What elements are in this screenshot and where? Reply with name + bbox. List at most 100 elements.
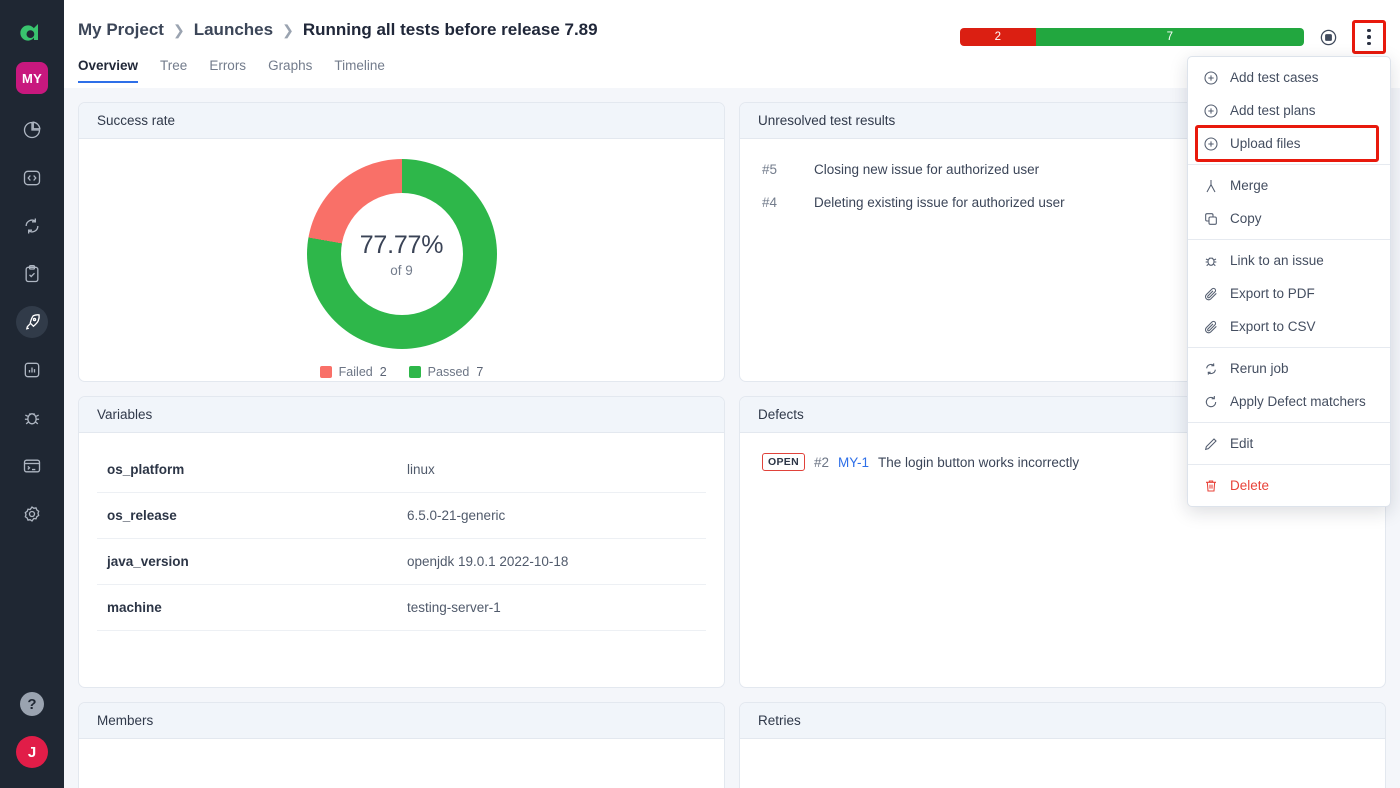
- variable-value: 6.5.0-21-generic: [407, 508, 506, 523]
- variable-key: os_platform: [107, 462, 185, 477]
- sidebar-item-test-cases[interactable]: [16, 258, 48, 290]
- menu-item-apply-defect-matchers[interactable]: Apply Defect matchers: [1188, 385, 1390, 418]
- menu-item-edit[interactable]: Edit: [1188, 427, 1390, 460]
- chevron-right-icon: ❯: [172, 21, 185, 38]
- variable-key: machine: [107, 600, 162, 615]
- defect-number: #2: [813, 454, 829, 470]
- legend-value-passed: 7: [476, 365, 484, 379]
- menu-item-copy[interactable]: Copy: [1188, 202, 1390, 235]
- unresolved-id: #4: [762, 195, 778, 210]
- legend-value-failed: 2: [379, 365, 387, 379]
- breadcrumb-item-project[interactable]: My Project: [78, 20, 164, 40]
- menu-item-label: Delete: [1230, 478, 1270, 493]
- breadcrumb-item-launches[interactable]: Launches: [194, 20, 273, 40]
- panel-variables: Variables os_platform linux os_release 6.5.…: [78, 396, 725, 688]
- menu-item-label: Apply Defect matchers: [1230, 394, 1366, 409]
- sidebar-item-code[interactable]: [16, 162, 48, 194]
- variable-value: openjdk 19.0.1 2022-10-18: [407, 554, 569, 569]
- panel-members: Members: [78, 702, 725, 788]
- progress-failed-segment: 2: [960, 28, 1036, 46]
- tab-overview[interactable]: Overview: [78, 58, 139, 83]
- status-progress-bar: 2 7: [960, 28, 1304, 46]
- status-badge: OPEN: [762, 453, 805, 471]
- legend-item-passed: Passed 7: [408, 365, 484, 379]
- sidebar-item-dashboards[interactable]: [16, 114, 48, 146]
- sidebar-item-reports[interactable]: [16, 354, 48, 386]
- legend-swatch-passed: [408, 366, 421, 378]
- chevron-right-icon: ❯: [282, 21, 294, 38]
- sidebar-item-defects[interactable]: [16, 402, 48, 434]
- panel-body-members: [79, 739, 724, 767]
- paperclip-icon: [1202, 285, 1219, 302]
- sidebar-item-settings[interactable]: [16, 498, 48, 530]
- tab-timeline[interactable]: Timeline: [334, 58, 385, 83]
- variable-row: java_version openjdk 19.0.1 2022-10-18: [97, 539, 706, 585]
- variable-value: linux: [407, 462, 435, 477]
- panel-retries: Retries: [739, 702, 1386, 788]
- panel-title-retries: Retries: [740, 703, 1385, 739]
- variable-row: os_platform linux: [97, 447, 706, 493]
- success-percent: 77.77%: [359, 230, 444, 259]
- menu-item-add-test-plans[interactable]: Add test plans: [1188, 94, 1390, 127]
- menu-item-upload-files[interactable]: Upload files: [1188, 125, 1390, 162]
- menu-separator: [1188, 239, 1390, 240]
- breadcrumb: My Project ❯ Launches ❯ Running all test…: [78, 20, 598, 40]
- menu-item-label: Export to PDF: [1230, 286, 1315, 301]
- trash-icon: [1202, 477, 1219, 494]
- pencil-icon: [1202, 435, 1219, 452]
- unresolved-name: Closing new issue for authorized user: [814, 162, 1040, 177]
- left-nav-rail: MY ? J: [0, 0, 64, 788]
- tab-bar: Overview Tree Errors Graphs Timeline: [78, 58, 385, 83]
- legend-swatch-failed: [319, 366, 332, 378]
- project-badge[interactable]: MY: [16, 62, 48, 94]
- breadcrumb-item-current: Running all tests before release 7.89: [302, 20, 598, 39]
- kebab-highlight-box: [1352, 20, 1386, 54]
- menu-item-label: Add test plans: [1230, 103, 1316, 118]
- header-actions: 2 7: [960, 20, 1386, 54]
- menu-item-add-test-cases[interactable]: Add test cases: [1188, 61, 1390, 94]
- variable-value: testing-server-1: [407, 600, 501, 615]
- sidebar-item-console[interactable]: [16, 450, 48, 482]
- variable-row: os_release 6.5.0-21-generic: [97, 493, 706, 539]
- allure-logo-icon[interactable]: [12, 12, 52, 52]
- help-icon[interactable]: ?: [20, 692, 44, 716]
- more-vertical-icon[interactable]: [1352, 20, 1386, 54]
- sidebar-item-launches[interactable]: [16, 306, 48, 338]
- menu-item-label: Merge: [1230, 178, 1269, 193]
- donut-legend: Failed 2 Passed 7: [319, 365, 484, 379]
- plus-circle-icon: [1202, 102, 1219, 119]
- donut-ring: 77.77% of 9: [306, 159, 497, 349]
- paperclip-icon: [1202, 318, 1219, 335]
- progress-passed-segment: 7: [1035, 28, 1304, 46]
- tab-tree[interactable]: Tree: [160, 58, 187, 83]
- variable-key: java_version: [107, 554, 189, 569]
- menu-item-export-to-csv[interactable]: Export to CSV: [1188, 310, 1390, 343]
- legend-label-passed: Passed: [427, 365, 470, 379]
- menu-item-link-to-an-issue[interactable]: Link to an issue: [1188, 244, 1390, 277]
- defect-issue-key[interactable]: MY-1: [838, 455, 869, 470]
- app-root: MY ? J My Project ❯ Launches ❯ Running a…: [0, 0, 1400, 788]
- plus-circle-icon: [1202, 135, 1219, 152]
- menu-separator: [1188, 164, 1390, 165]
- menu-separator: [1188, 347, 1390, 348]
- stop-square-icon[interactable]: [1314, 23, 1342, 51]
- menu-item-label: Link to an issue: [1230, 253, 1324, 268]
- panel-success-rate: Success rate 77.77% of 9 Failed 2 Passed…: [78, 102, 725, 382]
- menu-item-label: Upload files: [1230, 136, 1301, 151]
- merge-icon: [1202, 177, 1219, 194]
- menu-item-delete[interactable]: Delete: [1188, 469, 1390, 502]
- menu-separator: [1188, 464, 1390, 465]
- avatar[interactable]: J: [16, 736, 48, 768]
- menu-item-merge[interactable]: Merge: [1188, 169, 1390, 202]
- context-menu: Add test cases Add test plans Upload files…: [1187, 56, 1391, 507]
- menu-item-export-to-pdf[interactable]: Export to PDF: [1188, 277, 1390, 310]
- panel-title-members: Members: [79, 703, 724, 739]
- menu-item-rerun-job[interactable]: Rerun job: [1188, 352, 1390, 385]
- bug-icon: [1202, 252, 1219, 269]
- tab-errors[interactable]: Errors: [209, 58, 246, 83]
- panel-body-success-rate: 77.77% of 9 Failed 2 Passed 7: [79, 139, 724, 381]
- menu-item-label: Export to CSV: [1230, 319, 1316, 334]
- tab-graphs[interactable]: Graphs: [268, 58, 312, 83]
- sidebar-item-sync[interactable]: [16, 210, 48, 242]
- panel-title-success-rate: Success rate: [79, 103, 724, 139]
